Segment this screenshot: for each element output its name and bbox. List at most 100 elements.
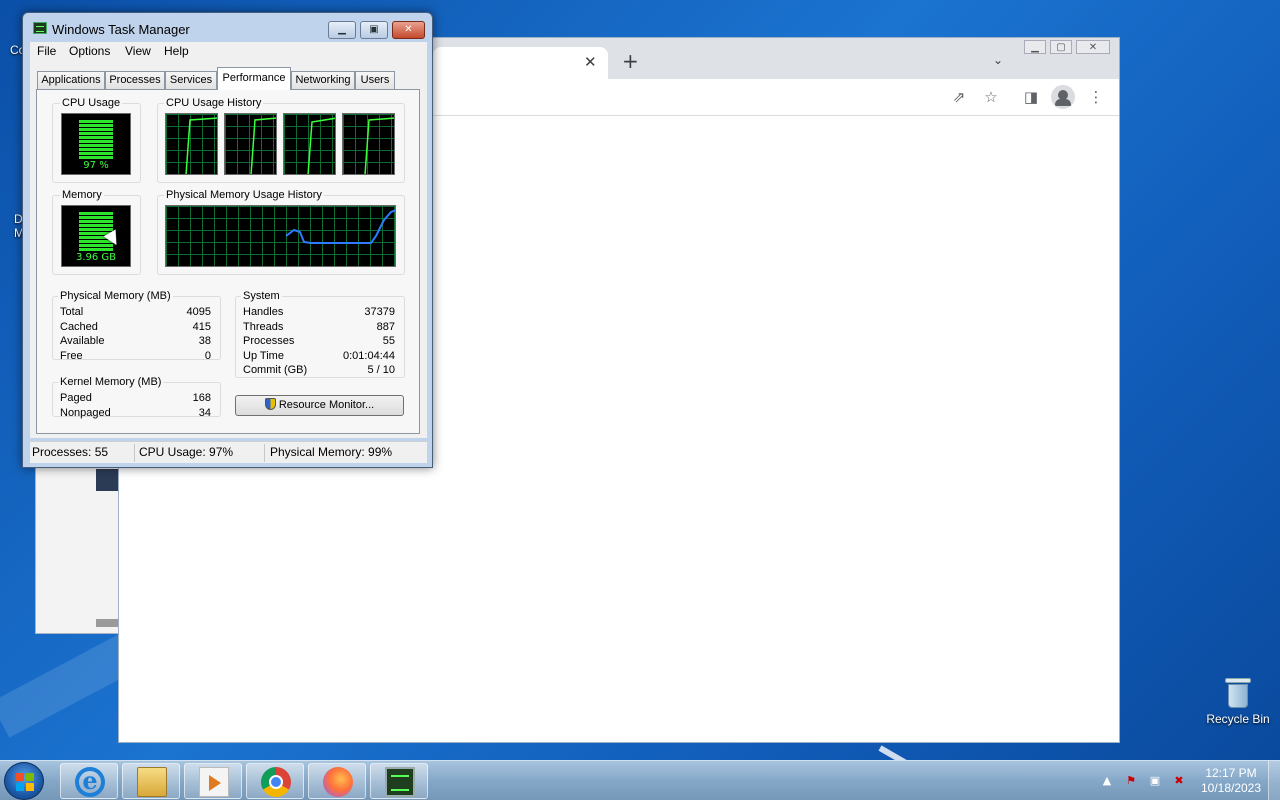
memory-history-graph (165, 205, 396, 267)
side-panel-icon[interactable]: ◨ (1021, 87, 1041, 107)
taskbar-media-player[interactable] (184, 763, 242, 799)
tab-performance[interactable]: Performance (217, 67, 291, 90)
meter-segment (79, 152, 113, 155)
tab-processes[interactable]: Processes (105, 71, 165, 89)
bookmark-star-icon[interactable]: ☆ (981, 87, 1001, 107)
start-button[interactable] (4, 762, 44, 800)
status-cpu-usage: CPU Usage: 97% (139, 445, 234, 459)
resource-monitor-label: Resource Monitor... (278, 399, 375, 411)
desktop: Co D M Recycle Bin ▁ ▢ ✕ ✕ + ⌄ ⇗ ☆ ◨ ⋮ W… (0, 0, 1280, 760)
stat-value: 55 (382, 335, 395, 347)
meter-segment (79, 212, 113, 215)
background-window-element (96, 469, 118, 491)
stat-value: 38 (198, 335, 211, 347)
profile-avatar-icon[interactable] (1051, 85, 1075, 109)
stat-label: Processes (243, 335, 295, 347)
status-physical-memory: Physical Memory: 99% (270, 445, 393, 459)
stat-label: Threads (243, 321, 284, 333)
recycle-bin-shortcut[interactable]: Recycle Bin (1200, 676, 1276, 726)
cpu-usage-title: CPU Usage (60, 97, 123, 109)
show-desktop-button[interactable] (1268, 761, 1280, 800)
meter-segment (79, 216, 113, 219)
cpu-history-title: CPU Usage History (164, 97, 264, 109)
stat-label: Nonpaged (60, 407, 111, 419)
menu-view[interactable]: View (125, 44, 151, 58)
resource-monitor-button[interactable]: Resource Monitor... (235, 395, 404, 416)
stat-label: Handles (243, 306, 284, 318)
meter-segment (79, 228, 113, 231)
tab-search-icon[interactable]: ⌄ (993, 53, 1003, 67)
meter-segment (79, 136, 113, 139)
cpu-core-history-graph (283, 113, 336, 175)
cpu-core-history-graph (342, 113, 395, 175)
meter-segment (79, 124, 113, 127)
meter-segment (79, 128, 113, 131)
stat-value: 4095 (186, 306, 211, 318)
menu-file[interactable]: File (37, 44, 56, 58)
wallpaper-streak (878, 745, 925, 760)
close-button[interactable]: ✕ (1076, 40, 1110, 54)
meter-segment (79, 220, 113, 223)
task-manager-app-icon (33, 22, 47, 34)
tab-users[interactable]: Users (355, 71, 395, 89)
memory-history-title: Physical Memory Usage History (164, 189, 324, 201)
cpu-usage-meter: 97 % (61, 113, 131, 175)
meter-segment (79, 156, 113, 159)
clock[interactable]: 12:17 PM 10/18/2023 (1192, 766, 1270, 796)
stat-value: 887 (376, 321, 395, 333)
stat-value: 0:01:04:44 (343, 350, 395, 362)
stat-label: Cached (60, 321, 98, 333)
folder-icon (137, 767, 167, 797)
chrome-tab[interactable] (433, 47, 608, 79)
volume-muted-icon[interactable]: ✖ (1172, 774, 1186, 788)
stat-label: Commit (GB) (243, 364, 308, 376)
menu-options[interactable]: Options (69, 44, 110, 58)
tab-services[interactable]: Services (165, 71, 217, 89)
firefox-icon (323, 767, 353, 797)
taskbar-windows-explorer[interactable] (122, 763, 180, 799)
chrome-icon (261, 767, 291, 797)
minimize-button[interactable]: ▁ (1024, 40, 1046, 54)
new-tab-button[interactable]: + (622, 50, 639, 72)
stat-label: Total (60, 306, 84, 318)
taskbar: e ▲ ⚑ ▣ ✖ 12:17 PM 10/18/2023 (0, 760, 1280, 800)
background-window-scrollbar[interactable] (96, 619, 118, 627)
taskbar-internet-explorer[interactable]: e (60, 763, 118, 799)
minimize-button[interactable]: ▁ (328, 21, 356, 39)
recycle-bin-icon (1225, 678, 1251, 708)
maximize-button[interactable]: ▣ (360, 21, 388, 39)
internet-explorer-icon: e (75, 767, 105, 797)
memory-title: Memory (60, 189, 104, 201)
meter-segment (79, 120, 113, 123)
taskbar-chrome[interactable] (246, 763, 304, 799)
share-icon[interactable]: ⇗ (949, 87, 969, 107)
stat-label: Up Time (243, 350, 284, 362)
meter-segment (79, 148, 113, 151)
cpu-core-history-graph (224, 113, 277, 175)
tab-applications[interactable]: Applications (37, 71, 105, 89)
tab-networking[interactable]: Networking (291, 71, 355, 89)
task-manager-window: Windows Task Manager ▁ ▣ ✕ File Options … (22, 12, 433, 468)
cpu-core-history-graph (165, 113, 218, 175)
stat-value: 5 / 10 (367, 364, 395, 376)
recycle-bin-label: Recycle Bin (1206, 712, 1270, 726)
meter-segment (79, 132, 113, 135)
network-icon[interactable]: ▣ (1148, 774, 1162, 788)
tab-close-icon[interactable]: ✕ (584, 52, 597, 72)
physical-memory-title: Physical Memory (MB) (58, 290, 173, 302)
taskbar-task-manager[interactable] (370, 763, 428, 799)
action-center-flag-icon[interactable]: ⚑ (1124, 774, 1138, 788)
uac-shield-icon (264, 398, 276, 410)
close-button[interactable]: ✕ (392, 21, 425, 39)
taskbar-firefox[interactable] (308, 763, 366, 799)
windows-logo-icon (16, 773, 34, 791)
menu-help[interactable]: Help (164, 44, 189, 58)
chrome-menu-icon[interactable]: ⋮ (1086, 87, 1106, 107)
media-player-icon (199, 767, 229, 797)
background-window[interactable] (35, 466, 120, 634)
cpu-usage-value: 97 % (83, 160, 109, 171)
menu-bar: File Options View Help (30, 42, 427, 62)
show-hidden-icons-icon[interactable]: ▲ (1100, 774, 1114, 788)
stat-label: Available (60, 335, 105, 347)
maximize-button[interactable]: ▢ (1050, 40, 1072, 54)
